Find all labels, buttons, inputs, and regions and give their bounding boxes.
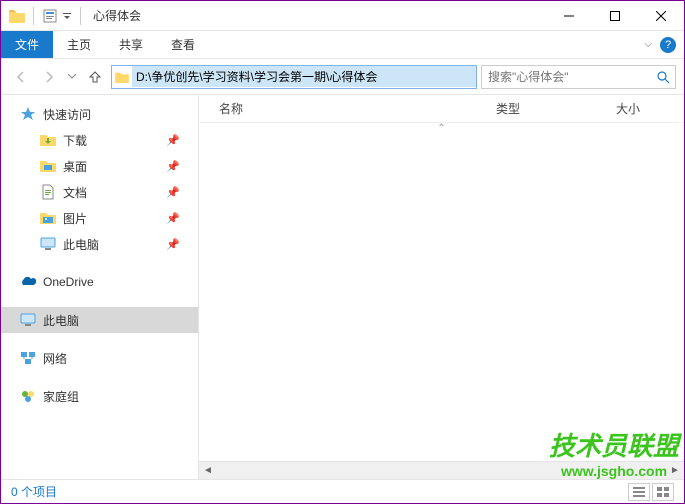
window-title: 心得体会	[89, 7, 141, 24]
pin-icon: 📌	[166, 212, 180, 225]
recent-dropdown-icon[interactable]	[65, 65, 79, 89]
sidebar-label: 此电脑	[43, 312, 79, 329]
tab-home[interactable]: 主页	[53, 31, 105, 58]
navigation-pane: 快速访问 下载 📌 桌面 📌 文档 📌 图片	[1, 95, 199, 479]
sidebar-item-quick-access[interactable]: 快速访问	[1, 101, 198, 127]
pin-icon: 📌	[166, 134, 180, 147]
column-split-indicator: ⌃	[199, 123, 684, 137]
sidebar-label: 此电脑	[63, 236, 99, 253]
sidebar-item-pictures[interactable]: 图片 📌	[1, 205, 198, 231]
status-item-count: 0 个项目	[11, 483, 57, 500]
sidebar-item-network[interactable]: 网络	[1, 345, 198, 371]
network-icon	[19, 349, 37, 367]
desktop-icon	[39, 157, 57, 175]
maximize-button[interactable]	[592, 1, 638, 31]
view-thumbnails-button[interactable]	[652, 483, 674, 501]
scroll-left-icon[interactable]: ◄	[199, 462, 217, 480]
search-input[interactable]	[482, 70, 651, 84]
sidebar-label: 桌面	[63, 158, 87, 175]
ribbon-tabs: 文件 主页 共享 查看 ⌵ ?	[1, 31, 684, 59]
homegroup-icon	[19, 387, 37, 405]
qat-properties-icon[interactable]	[42, 8, 58, 24]
documents-icon	[39, 183, 57, 201]
search-box[interactable]	[481, 65, 676, 89]
search-icon[interactable]	[651, 70, 675, 84]
onedrive-icon	[19, 273, 37, 291]
sidebar-label: OneDrive	[43, 275, 94, 289]
content-area: 名称 类型 大小 ⌃ ◄ ►	[199, 95, 684, 479]
star-icon	[19, 105, 37, 123]
up-button[interactable]	[83, 65, 107, 89]
column-headers: 名称 类型 大小	[199, 95, 684, 123]
tab-share[interactable]: 共享	[105, 31, 157, 58]
pin-icon: 📌	[166, 186, 180, 199]
column-type[interactable]: 类型	[484, 100, 604, 117]
view-details-button[interactable]	[628, 483, 650, 501]
sidebar-item-onedrive[interactable]: OneDrive	[1, 269, 198, 295]
sidebar-item-homegroup[interactable]: 家庭组	[1, 383, 198, 409]
navigation-bar: D:\争优创先\学习资料\学习会第一期\心得体会	[1, 59, 684, 95]
address-path[interactable]: D:\争优创先\学习资料\学习会第一期\心得体会	[132, 66, 476, 87]
sidebar-item-desktop[interactable]: 桌面 📌	[1, 153, 198, 179]
ribbon-expand-icon[interactable]: ⌵	[644, 39, 652, 50]
tab-view[interactable]: 查看	[157, 31, 209, 58]
sidebar-label: 网络	[43, 350, 67, 367]
status-bar: 0 个项目	[1, 479, 684, 503]
pin-icon: 📌	[166, 160, 180, 173]
forward-button[interactable]	[37, 65, 61, 89]
sidebar-item-downloads[interactable]: 下载 📌	[1, 127, 198, 153]
app-folder-icon	[9, 8, 25, 24]
downloads-icon	[39, 131, 57, 149]
pictures-icon	[39, 209, 57, 227]
minimize-button[interactable]	[546, 1, 592, 31]
pc-icon	[39, 235, 57, 253]
column-name[interactable]: 名称	[199, 100, 484, 117]
sidebar-item-documents[interactable]: 文档 📌	[1, 179, 198, 205]
horizontal-scrollbar[interactable]: ◄ ►	[199, 461, 684, 479]
pin-icon: 📌	[166, 238, 180, 251]
sidebar-item-this-pc-qa[interactable]: 此电脑 📌	[1, 231, 198, 257]
sidebar-label: 图片	[63, 210, 87, 227]
qat-dropdown-icon[interactable]	[62, 8, 72, 24]
sidebar-item-this-pc[interactable]: 此电脑	[1, 307, 198, 333]
file-list-empty[interactable]	[199, 137, 684, 461]
tab-file[interactable]: 文件	[1, 31, 53, 58]
titlebar: 心得体会	[1, 1, 684, 31]
sidebar-label: 下载	[63, 132, 87, 149]
pc-icon	[19, 311, 37, 329]
back-button[interactable]	[9, 65, 33, 89]
sidebar-label: 文档	[63, 184, 87, 201]
help-icon[interactable]: ?	[660, 37, 676, 53]
scroll-right-icon[interactable]: ►	[666, 462, 684, 480]
address-folder-icon	[112, 71, 132, 83]
address-bar[interactable]: D:\争优创先\学习资料\学习会第一期\心得体会	[111, 65, 477, 89]
sidebar-label: 快速访问	[43, 106, 91, 123]
sidebar-label: 家庭组	[43, 388, 79, 405]
close-button[interactable]	[638, 1, 684, 31]
column-size[interactable]: 大小	[604, 100, 684, 117]
